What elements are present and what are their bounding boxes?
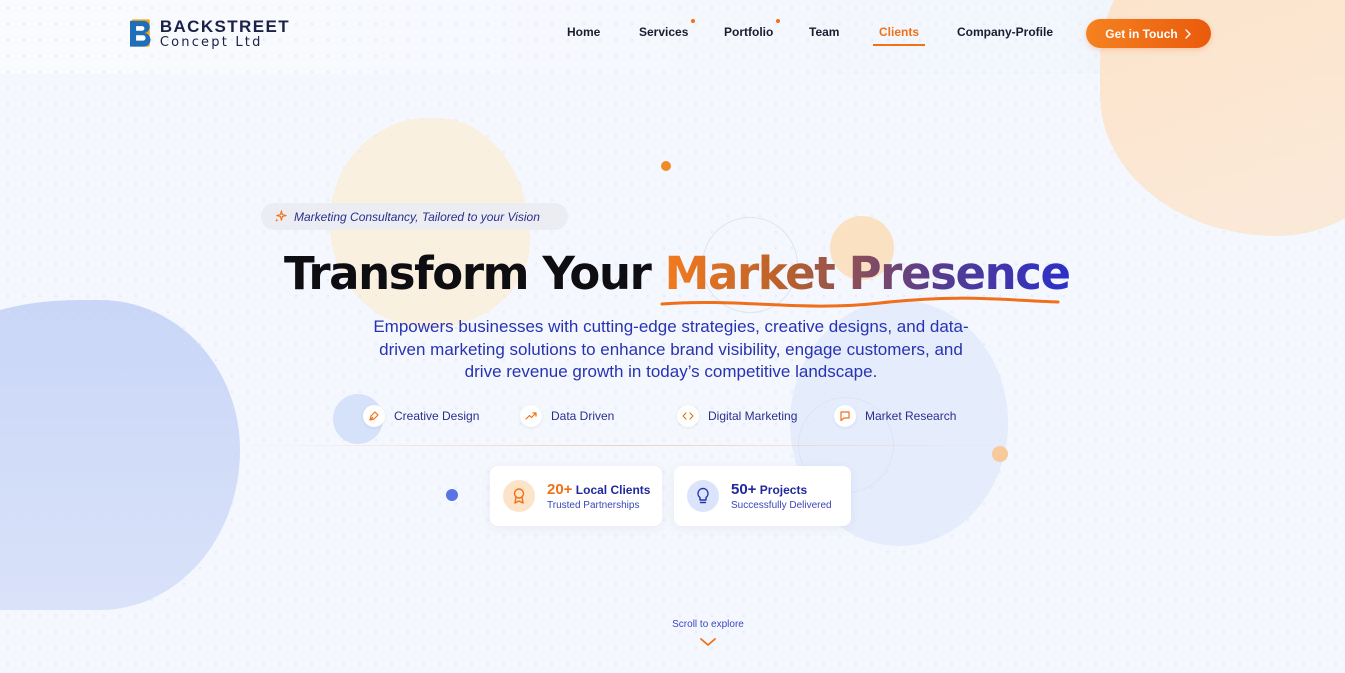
stat-title: Projects <box>759 482 808 497</box>
stat-number: 20+ <box>547 480 573 498</box>
chevron-down-icon[interactable] <box>699 636 717 648</box>
brand-name: BACKSTREET <box>159 16 290 36</box>
decor-dot <box>992 446 1008 462</box>
divider <box>240 445 1010 446</box>
lightbulb-icon <box>687 480 719 512</box>
tagline-text: Marketing Consultancy, Tailored to your … <box>294 209 540 224</box>
feature-label: Data Driven <box>551 409 615 423</box>
blue-blob-left <box>0 300 240 610</box>
stat-card-clients: 20+ Local Clients Trusted Partnerships <box>490 466 662 526</box>
feature-label: Digital Marketing <box>708 409 798 423</box>
code-icon <box>677 405 699 427</box>
feature-label: Creative Design <box>394 409 480 423</box>
brand-subname: Concept Ltd <box>159 34 263 50</box>
stat-subtitle: Trusted Partnerships <box>547 499 640 511</box>
nav-team[interactable]: Team <box>809 25 839 39</box>
nav-services[interactable]: Services <box>639 25 688 39</box>
title-underline <box>660 296 1060 308</box>
feature-digital-marketing: Digital Marketing <box>677 403 797 429</box>
chevron-right-icon <box>1185 28 1191 39</box>
hero-title-plain: Transform Your <box>284 247 665 300</box>
stat-card-projects: 50+ Projects Successfully Delivered <box>674 466 851 526</box>
tagline-badge: Marketing Consultancy, Tailored to your … <box>261 203 568 230</box>
nav-company-profile[interactable]: Company-Profile <box>957 25 1053 39</box>
decor-dot <box>446 489 458 501</box>
hero-title-highlight: Market Presence <box>664 247 1071 300</box>
brand-logo[interactable]: BACKSTREET Concept Ltd <box>130 12 290 54</box>
logo-mark-icon <box>130 19 151 47</box>
stat-number: 50+ <box>731 480 757 498</box>
decor-dot <box>661 161 671 171</box>
feature-market-research: Market Research <box>834 403 956 429</box>
get-in-touch-button[interactable]: Get in Touch <box>1086 19 1211 48</box>
stat-subtitle: Successfully Delivered <box>731 499 832 511</box>
hero-subtitle: Empowers businesses with cutting-edge st… <box>373 317 969 381</box>
nav-clients[interactable]: Clients <box>872 25 926 46</box>
message-square-icon <box>834 405 856 427</box>
nav-indicator-dot <box>776 19 780 23</box>
nav-indicator-dot <box>691 19 695 23</box>
sparkles-icon <box>274 210 287 223</box>
feature-creative-design: Creative Design <box>363 403 479 429</box>
nav-portfolio[interactable]: Portfolio <box>724 25 773 39</box>
trending-up-icon <box>520 405 542 427</box>
site-header: BACKSTREET Concept Ltd Home Services Por… <box>0 0 1345 70</box>
feature-data-driven: Data Driven <box>520 403 614 429</box>
nav-home[interactable]: Home <box>567 25 600 39</box>
stat-title: Local Clients <box>575 482 651 497</box>
scroll-to-explore[interactable]: Scroll to explore <box>658 619 758 630</box>
cta-label: Get in Touch <box>1105 26 1178 41</box>
pen-tool-icon <box>363 405 385 427</box>
feature-label: Market Research <box>865 409 957 423</box>
award-icon <box>503 480 535 512</box>
